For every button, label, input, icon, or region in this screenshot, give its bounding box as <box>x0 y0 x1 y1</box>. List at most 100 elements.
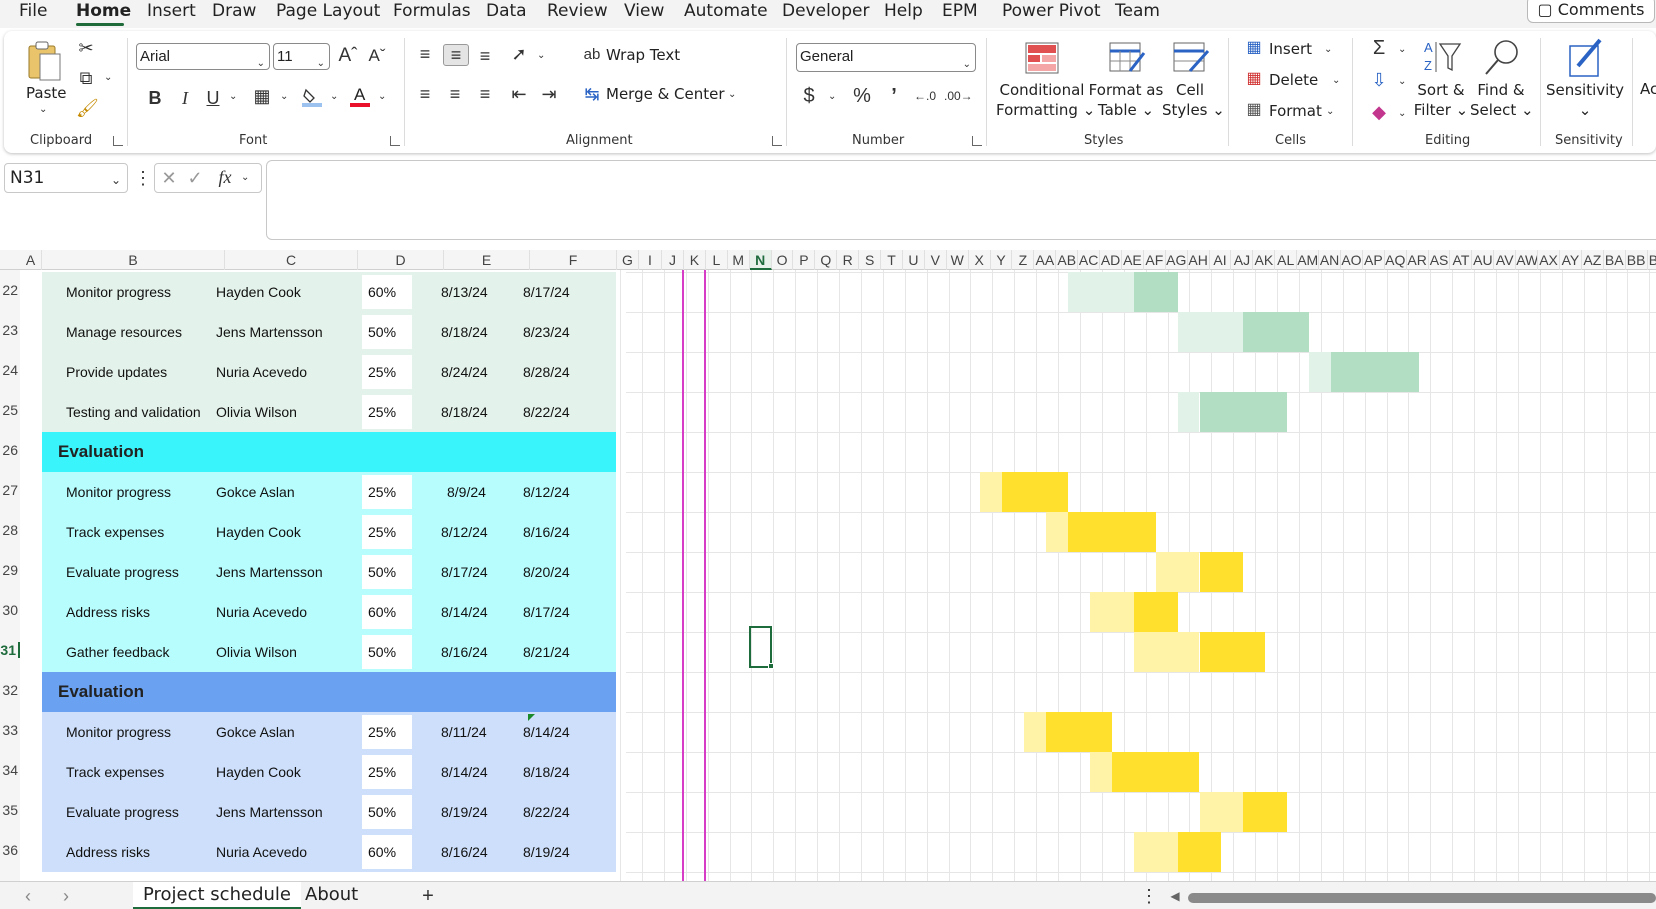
format-cells-button[interactable]: ▦ Format ⌄ <box>1244 100 1344 122</box>
column-header-ak[interactable]: AK <box>1253 250 1276 270</box>
progress-cell[interactable]: 50% <box>368 632 396 672</box>
row-header[interactable]: 35 <box>0 802 20 818</box>
column-header-ab[interactable]: AB <box>1056 250 1079 270</box>
task-name-cell[interactable]: Monitor progress <box>66 472 171 512</box>
task-name-cell[interactable]: Address risks <box>66 832 150 872</box>
font-launcher-icon[interactable] <box>390 136 400 146</box>
cell-styles-button[interactable]: Cell Styles ⌄ <box>1162 80 1225 120</box>
decrease-decimal-icon[interactable]: .00→ <box>944 86 973 106</box>
sort-filter-icon[interactable]: AZ <box>1422 38 1462 76</box>
start-date-cell[interactable]: 8/16/24 <box>441 632 488 672</box>
assigned-to-cell[interactable]: Jens Martensson <box>216 552 323 592</box>
paste-label[interactable]: Paste <box>26 84 67 102</box>
task-name-cell[interactable]: Gather feedback <box>66 632 170 672</box>
column-header-k[interactable]: K <box>684 250 706 270</box>
column-header-ax[interactable]: AX <box>1538 250 1560 270</box>
column-header-ar[interactable]: AR <box>1407 250 1429 270</box>
menu-team[interactable]: Team <box>1115 1 1160 21</box>
find-select-button[interactable]: Find & Select ⌄ <box>1470 80 1534 120</box>
column-header-af[interactable]: AF <box>1144 250 1166 270</box>
column-header-aq[interactable]: AQ <box>1385 250 1407 270</box>
end-date-cell[interactable]: 8/19/24 <box>523 832 570 872</box>
column-header-ad[interactable]: AD <box>1100 250 1122 270</box>
column-header-c[interactable]: C <box>225 250 358 270</box>
start-date-cell[interactable]: 8/11/24 <box>441 712 487 752</box>
column-header-ao[interactable]: AO <box>1341 250 1363 270</box>
underline-icon[interactable]: U <box>204 88 222 108</box>
column-header-ap[interactable]: AP <box>1363 250 1385 270</box>
column-header-u[interactable]: U <box>903 250 925 270</box>
selected-cell[interactable] <box>749 626 772 668</box>
column-header-b[interactable]: B <box>42 250 225 270</box>
column-header-l[interactable]: L <box>706 250 728 270</box>
column-header-ac[interactable]: AC <box>1078 250 1101 270</box>
column-header-v[interactable]: V <box>925 250 947 270</box>
menu-insert[interactable]: Insert <box>147 1 196 21</box>
task-name-cell[interactable]: Testing and validation <box>66 392 201 432</box>
task-name-cell[interactable]: Manage resources <box>66 312 182 352</box>
column-header-ag[interactable]: AG <box>1166 250 1188 270</box>
autosum-icon[interactable]: Σ <box>1368 38 1390 58</box>
comma-style-icon[interactable]: ’ <box>884 86 904 106</box>
orientation-dropdown-icon[interactable]: ⌄ <box>537 50 545 61</box>
progress-cell[interactable]: 25% <box>368 472 396 512</box>
font-name-dropdown[interactable]: Arial ⌄ <box>136 43 270 70</box>
menu-automate[interactable]: Automate <box>684 1 768 21</box>
column-header-aw[interactable]: AW <box>1516 250 1539 270</box>
column-header-f[interactable]: F <box>530 250 617 270</box>
scroll-left-icon[interactable]: ◀ <box>1168 886 1182 906</box>
currency-icon[interactable]: $ <box>798 86 820 106</box>
increase-indent-icon[interactable]: ⇥ <box>538 84 560 104</box>
column-header-d[interactable]: D <box>358 250 444 270</box>
start-date-cell[interactable]: 8/18/24 <box>441 312 488 352</box>
column-header-aa[interactable]: AA <box>1034 250 1057 270</box>
alignment-launcher-icon[interactable] <box>772 136 782 146</box>
task-name-cell[interactable]: Monitor progress <box>66 272 171 312</box>
decrease-font-icon[interactable]: Aˇ <box>366 46 388 66</box>
progress-cell[interactable]: 25% <box>368 712 396 752</box>
progress-cell[interactable]: 50% <box>368 312 396 352</box>
tab-project-schedule[interactable]: Project schedule <box>133 882 301 909</box>
progress-cell[interactable]: 50% <box>368 792 396 832</box>
increase-font-icon[interactable]: Aˆ <box>337 46 359 66</box>
borders-dropdown-icon[interactable]: ⌄ <box>280 91 288 102</box>
assigned-to-cell[interactable]: Nuria Acevedo <box>216 592 307 632</box>
italic-icon[interactable]: I <box>176 88 194 108</box>
assigned-to-cell[interactable]: Jens Martensson <box>216 792 323 832</box>
column-header-av[interactable]: AV <box>1494 250 1517 270</box>
assigned-to-cell[interactable]: Olivia Wilson <box>216 632 297 672</box>
column-header-m[interactable]: M <box>728 250 750 270</box>
font-size-dropdown[interactable]: 11 ⌄ <box>273 43 330 70</box>
add-sheet-icon[interactable]: + <box>418 886 438 906</box>
clear-dropdown-icon[interactable]: ⌄ <box>1398 108 1406 119</box>
format-as-table-icon[interactable] <box>1108 41 1146 75</box>
increase-decimal-icon[interactable]: ←.0 <box>912 86 938 106</box>
menu-developer[interactable]: Developer <box>782 1 869 21</box>
wrap-text-button[interactable]: ab Wrap Text <box>580 45 720 67</box>
assigned-to-cell[interactable]: Hayden Cook <box>216 272 301 312</box>
sensitivity-icon[interactable] <box>1566 36 1606 78</box>
row-header[interactable]: 27 <box>0 482 20 498</box>
end-date-cell[interactable]: 8/17/24 <box>523 592 570 632</box>
progress-cell[interactable]: 50% <box>368 552 396 592</box>
end-date-cell[interactable]: 8/18/24 <box>523 752 570 792</box>
number-format-dropdown[interactable]: General ⌄ <box>796 43 976 72</box>
row-header[interactable]: 31 <box>0 642 20 658</box>
align-top-icon[interactable]: ≡ <box>414 44 436 64</box>
addins-button-partial[interactable]: Ac <box>1640 80 1656 98</box>
currency-dropdown-icon[interactable]: ⌄ <box>828 91 836 102</box>
column-header-at[interactable]: AT <box>1451 250 1473 270</box>
align-left-icon[interactable]: ≡ <box>414 84 436 104</box>
find-select-icon[interactable] <box>1482 38 1522 76</box>
horizontal-scrollbar[interactable] <box>1188 893 1656 903</box>
borders-icon[interactable]: ▦ <box>252 86 272 106</box>
start-date-cell[interactable]: 8/17/24 <box>441 552 488 592</box>
column-header-w[interactable]: W <box>947 250 969 270</box>
assigned-to-cell[interactable]: Nuria Acevedo <box>216 832 307 872</box>
assigned-to-cell[interactable]: Hayden Cook <box>216 752 301 792</box>
chevron-down-icon[interactable]: ⌄ <box>241 172 249 183</box>
progress-cell[interactable]: 60% <box>368 592 396 632</box>
end-date-cell[interactable]: 8/16/24 <box>523 512 570 552</box>
assigned-to-cell[interactable]: Olivia Wilson <box>216 392 297 432</box>
font-color-icon[interactable]: A <box>350 84 370 108</box>
